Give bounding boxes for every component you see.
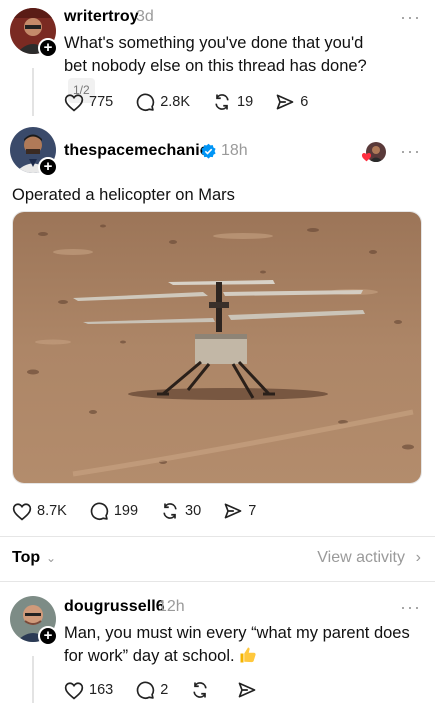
- chevron-down-icon[interactable]: ⌄: [46, 551, 56, 565]
- thread-line: [32, 656, 34, 703]
- share-button[interactable]: [237, 680, 262, 700]
- comment-count: 199: [113, 503, 139, 519]
- post-text: Operated a helicopter on Mars: [12, 186, 235, 204]
- repost-button[interactable]: 19: [212, 92, 253, 112]
- repost-count: 19: [237, 94, 254, 110]
- more-icon[interactable]: ···: [400, 142, 421, 160]
- repost-icon: [193, 682, 207, 698]
- comment-button[interactable]: 2.8K: [135, 92, 190, 112]
- like-count: 8.7K: [37, 503, 67, 519]
- thumbs-up-icon: [240, 647, 256, 663]
- follow-plus-icon[interactable]: +: [38, 38, 58, 58]
- share-count: 7: [248, 503, 257, 519]
- username[interactable]: dougrussell6: [64, 598, 165, 616]
- like-count: 775: [89, 94, 114, 110]
- post-text-body: Man, you must win every “what my parent …: [64, 624, 410, 665]
- heart-icon: [64, 681, 84, 699]
- post-time: 3d: [136, 8, 154, 25]
- view-activity-link[interactable]: View activity: [317, 549, 405, 567]
- action-bar: 775 2.8K 19 6: [64, 92, 330, 112]
- follow-plus-icon[interactable]: +: [38, 157, 58, 177]
- like-count: 163: [89, 682, 114, 698]
- verified-badge-icon: [201, 143, 216, 159]
- post-text-body: What's something you've done that you'd …: [64, 34, 367, 75]
- comment-icon: [136, 681, 155, 699]
- heart-icon: [12, 502, 32, 520]
- send-icon: [276, 94, 294, 110]
- heart-small-icon: [361, 153, 372, 162]
- like-button[interactable]: 775: [64, 93, 113, 112]
- thread-line: [32, 68, 34, 116]
- sort-bar: Top ⌄ View activity ›: [0, 537, 435, 581]
- username[interactable]: writertroy: [64, 8, 139, 26]
- comment-button[interactable]: 2: [135, 680, 168, 700]
- post-time: 12h: [158, 598, 185, 615]
- post-time: 18h: [221, 142, 248, 159]
- like-button[interactable]: 8.7K: [12, 502, 67, 521]
- comment-icon: [136, 93, 155, 111]
- post-dougrussell6: + dougrussell6 12h ··· Man, you must win…: [0, 582, 435, 703]
- more-icon[interactable]: ···: [400, 598, 421, 616]
- send-icon: [224, 503, 242, 519]
- repost-icon: [215, 94, 229, 110]
- post-text: Man, you must win every “what my parent …: [64, 622, 424, 668]
- share-button[interactable]: 6: [275, 92, 308, 112]
- repost-icon: [163, 503, 177, 519]
- post-image[interactable]: [12, 211, 422, 484]
- more-icon[interactable]: ···: [400, 8, 421, 26]
- sort-dropdown[interactable]: Top: [12, 549, 40, 567]
- repost-button[interactable]: [190, 680, 215, 700]
- repost-button[interactable]: 30: [160, 501, 201, 521]
- follow-plus-icon[interactable]: +: [38, 626, 58, 646]
- action-bar-post3: 163 2: [64, 680, 284, 700]
- action-bar-post2: 8.7K 199 30 7: [12, 501, 278, 521]
- post-writertroy: + writertroy 3d ··· What's something you…: [0, 0, 435, 120]
- share-button[interactable]: 7: [223, 501, 256, 521]
- heart-icon: [64, 93, 84, 111]
- comment-count: 2.8K: [160, 94, 191, 110]
- share-count: 6: [300, 94, 309, 110]
- repost-count: 30: [185, 503, 202, 519]
- send-icon: [238, 682, 256, 698]
- comment-count: 2: [160, 682, 169, 698]
- chevron-right-icon[interactable]: ›: [416, 549, 421, 567]
- username[interactable]: thespacemechanic: [64, 142, 209, 160]
- like-button[interactable]: 163: [64, 681, 113, 700]
- comment-button[interactable]: 199: [89, 501, 138, 521]
- comment-icon: [90, 502, 109, 520]
